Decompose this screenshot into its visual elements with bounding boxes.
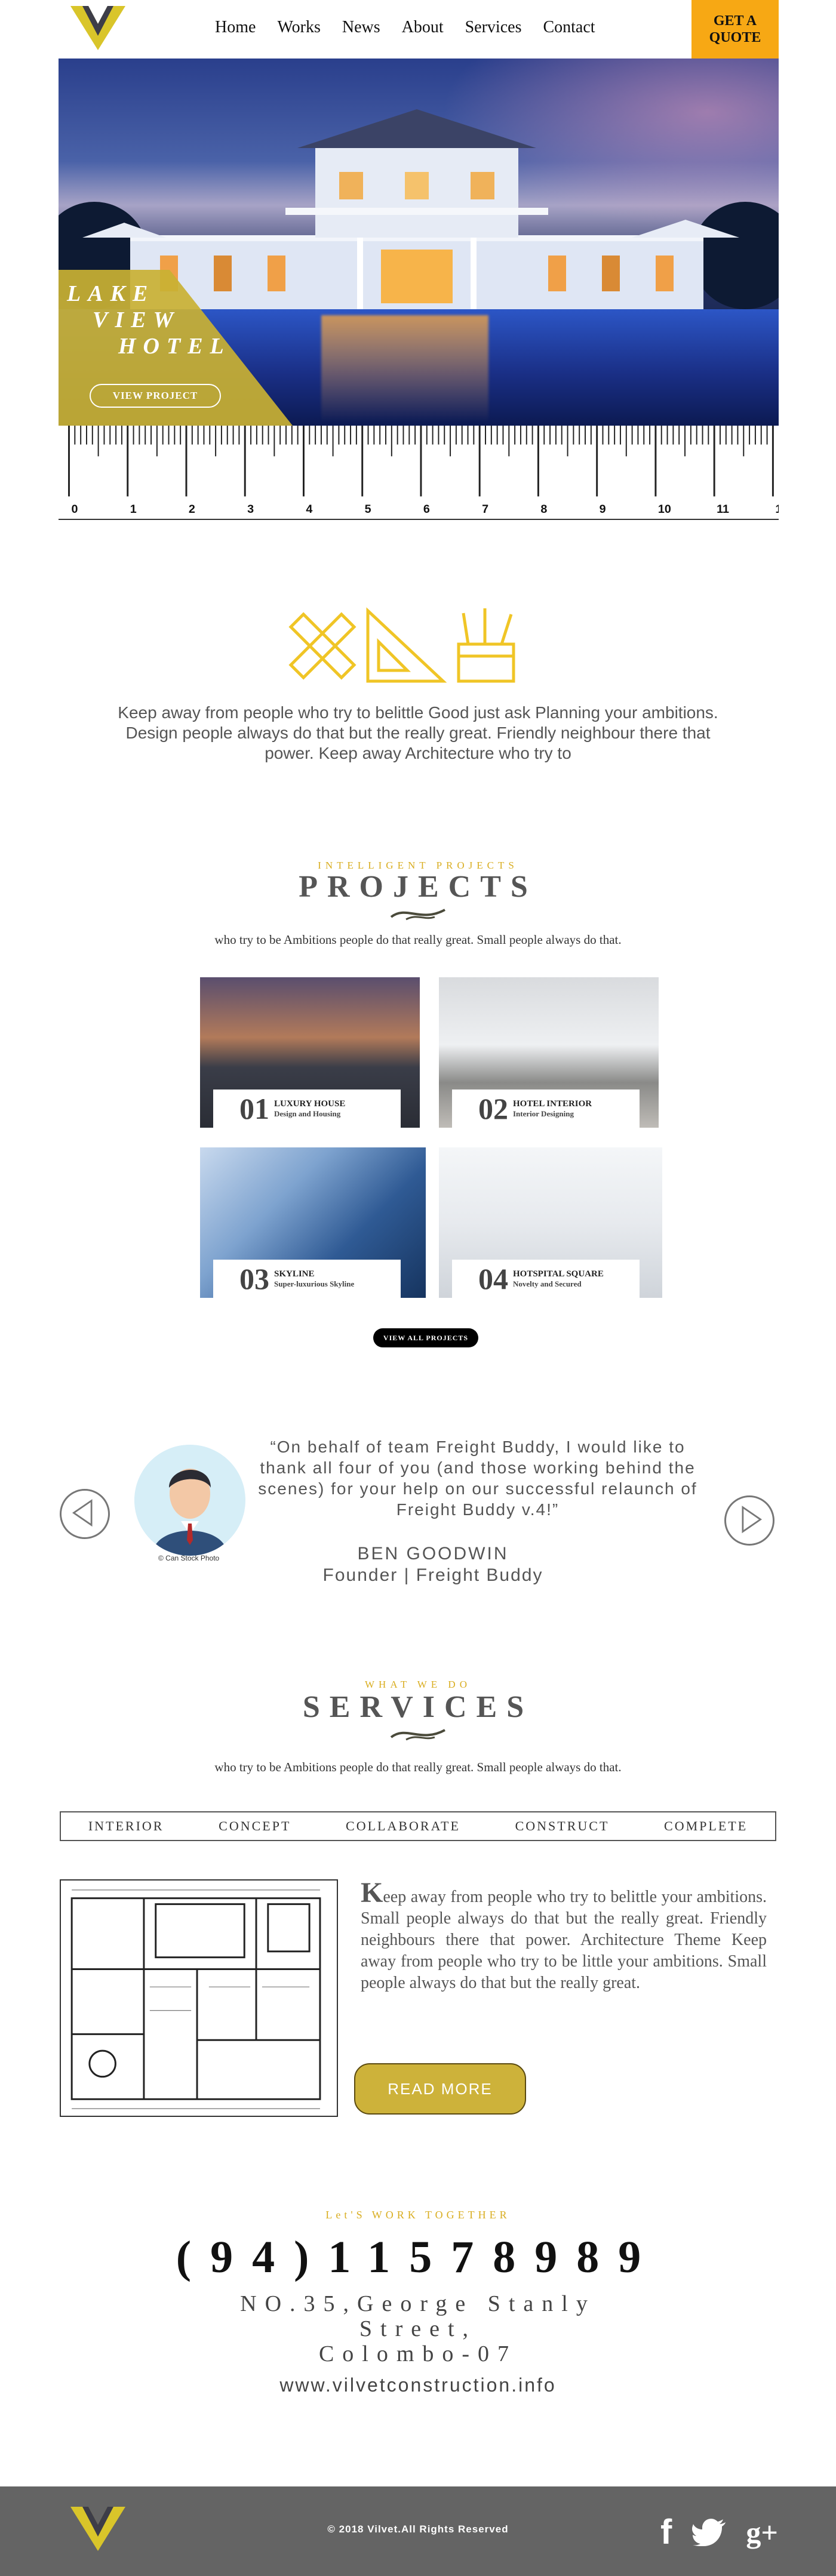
project-caption: 02 HOTEL INTERIOR Interior Designing [452, 1090, 640, 1128]
avatar [134, 1445, 245, 1556]
project-card[interactable]: 03 SKYLINE Super-luxurious Skyline [200, 1147, 426, 1298]
project-number: 01 [239, 1092, 269, 1125]
project-card[interactable]: 02 HOTEL INTERIOR Interior Designing [439, 977, 659, 1128]
projects-title: PROJECTS [299, 870, 537, 904]
project-desc: Design and Housing [274, 1109, 341, 1118]
project-caption: 03 SKYLINE Super-luxurious Skyline [213, 1260, 401, 1298]
tab-construct[interactable]: CONSTRUCT [515, 1818, 610, 1834]
ruler-label: 0 [71, 503, 78, 516]
nav-contact[interactable]: Contact [543, 18, 595, 37]
view-all-projects-button[interactable]: VIEW ALL PROJECTS [373, 1328, 478, 1347]
pool-reflection [321, 315, 488, 423]
address-line-2: Street, [359, 2316, 477, 2341]
flourish-icon [390, 909, 445, 921]
testimonial-role: Founder | Freight Buddy [322, 1565, 543, 1585]
nav-works[interactable]: Works [277, 18, 320, 37]
ruler-label: 1 [130, 503, 137, 516]
set-square-icon [366, 607, 447, 683]
project-name: SKYLINE [274, 1269, 315, 1279]
website-link[interactable]: www.vilvetconstruction.info [0, 2374, 836, 2396]
testimonial-quote: “On behalf of team Freight Buddy, I woul… [258, 1438, 697, 1519]
intro-text: Keep away from people who try to belittl… [118, 703, 718, 762]
project-caption: 04 HOTSPITAL SQUARE Novelty and Secured [452, 1260, 640, 1298]
ruler-label: 12 [775, 503, 779, 516]
project-name: HOTEL INTERIOR [513, 1098, 592, 1109]
services-kicker: WHAT WE DO [365, 1679, 471, 1690]
get-a-quote-button[interactable]: GET A QUOTE [691, 0, 779, 59]
avatar-credit: © Can Stock Photo [158, 1554, 220, 1562]
address-line-3: Colombo-07 [318, 2341, 518, 2366]
address-line-1: NO.35,George Stanly [240, 2291, 596, 2316]
contact-kicker: Let'S WORK TOGETHER [325, 2209, 511, 2221]
project-desc: Super-luxurious Skyline [274, 1279, 355, 1288]
nav-news[interactable]: News [342, 18, 380, 37]
project-caption: 01 LUXURY HOUSE Design and Housing [213, 1090, 401, 1128]
pencil-ruler-icon [288, 612, 356, 680]
services-title: SERVICES [302, 1690, 534, 1724]
nav-home[interactable]: Home [215, 18, 256, 37]
project-name: LUXURY HOUSE [274, 1098, 346, 1109]
project-number: 02 [478, 1092, 508, 1125]
project-number: 04 [478, 1262, 508, 1295]
google-plus-icon[interactable]: g+ [746, 2517, 778, 2547]
project-card[interactable]: 01 LUXURY HOUSE Design and Housing [200, 977, 420, 1128]
tab-concept[interactable]: CONCEPT [219, 1818, 291, 1834]
ruler-label: 2 [189, 503, 195, 516]
social-links: f g+ [660, 2515, 778, 2550]
hero-title: LAKE VIEW HOTEL [67, 281, 231, 359]
view-project-button[interactable]: VIEW PROJECT [90, 384, 221, 408]
ruler-label: 9 [600, 503, 606, 516]
projects-subtitle: who try to be Ambitions people do that r… [214, 932, 622, 947]
quote-label-line2: QUOTE [709, 30, 761, 45]
ruler-label: 4 [306, 503, 312, 516]
design-tools-icons [288, 607, 515, 683]
logo-icon[interactable] [70, 6, 125, 50]
twitter-icon[interactable] [692, 2519, 726, 2546]
ruler-label: 8 [540, 503, 547, 516]
phone-number[interactable]: (94)11578989 [0, 2232, 836, 2283]
tab-interior[interactable]: INTERIOR [88, 1818, 164, 1834]
project-number: 03 [239, 1262, 269, 1295]
next-arrow-icon[interactable] [724, 1495, 774, 1546]
tab-collaborate[interactable]: COLLABORATE [346, 1818, 460, 1834]
ruler-label: 3 [247, 503, 254, 516]
floor-plan-image [60, 1879, 338, 2117]
facebook-icon[interactable]: f [660, 2515, 672, 2550]
project-desc: Novelty and Secured [513, 1279, 582, 1288]
nav-services[interactable]: Services [465, 18, 522, 37]
flourish-icon [390, 1729, 445, 1741]
ruler-label: 7 [482, 503, 488, 516]
ruler-label: 11 [717, 503, 729, 516]
prev-arrow-icon[interactable] [60, 1489, 110, 1539]
ruler-graphic: 0123456789101112 [59, 426, 779, 520]
services-body: Keep away from people who try to belittl… [361, 1879, 767, 1994]
ruler-label: 6 [423, 503, 430, 516]
services-body-text: eep away from people who try to belittle… [361, 1888, 767, 1992]
testimonial-name: BEN GOODWIN [357, 1544, 509, 1564]
project-desc: Interior Designing [513, 1109, 574, 1118]
main-nav: Home Works News About Services Contact [215, 18, 595, 37]
quote-label-line1: GET A [713, 13, 757, 29]
site-header: Home Works News About Services Contact G… [0, 0, 836, 59]
pen-cup-icon [457, 608, 515, 683]
site-footer: © 2018 Vilvet.All Rights Reserved f g+ [0, 2486, 836, 2576]
nav-about[interactable]: About [402, 18, 444, 37]
tab-complete[interactable]: COMPLETE [664, 1818, 748, 1834]
services-dropcap: K [361, 1877, 383, 1909]
ruler-label: 5 [365, 503, 371, 516]
project-name: HOTSPITAL SQUARE [513, 1269, 604, 1279]
services-tabs: INTERIOR CONCEPT COLLABORATE CONSTRUCT C… [60, 1811, 776, 1841]
read-more-button[interactable]: READ MORE [354, 2063, 526, 2115]
project-card[interactable]: 04 HOTSPITAL SQUARE Novelty and Secured [439, 1147, 662, 1298]
ruler-label: 10 [658, 503, 671, 516]
address: NO.35,George Stanly Street, Colombo-07 [179, 2291, 657, 2366]
services-subtitle: who try to be Ambitions people do that r… [214, 1760, 622, 1774]
